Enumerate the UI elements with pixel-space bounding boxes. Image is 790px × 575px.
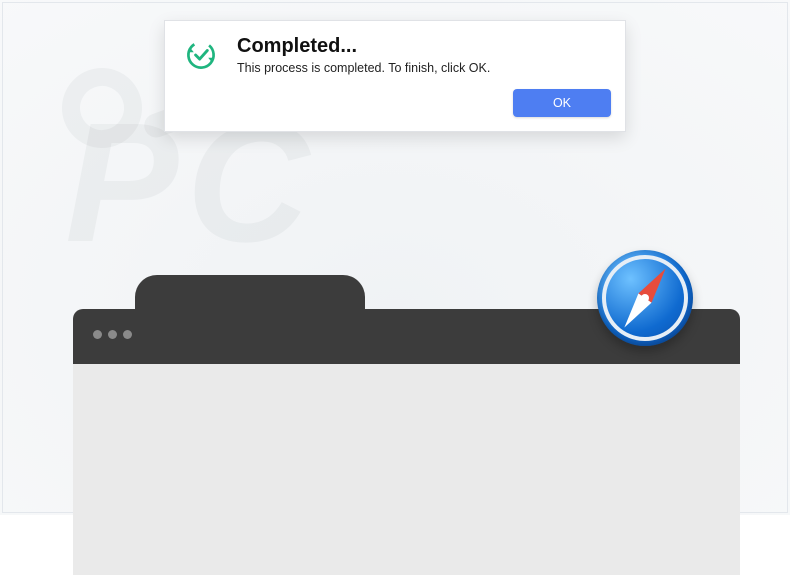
zoom-dot-icon — [123, 330, 132, 339]
refresh-check-icon — [183, 37, 219, 73]
dialog-title: Completed... — [237, 35, 490, 58]
browser-content-area — [73, 364, 740, 575]
safari-compass-icon — [597, 250, 693, 346]
minimize-dot-icon — [108, 330, 117, 339]
ok-button[interactable]: OK — [513, 89, 611, 117]
window-controls — [93, 330, 132, 339]
dialog-message: This process is completed. To finish, cl… — [237, 61, 490, 75]
completion-dialog: Completed... This process is completed. … — [164, 20, 626, 132]
close-dot-icon — [93, 330, 102, 339]
browser-window — [73, 275, 740, 575]
